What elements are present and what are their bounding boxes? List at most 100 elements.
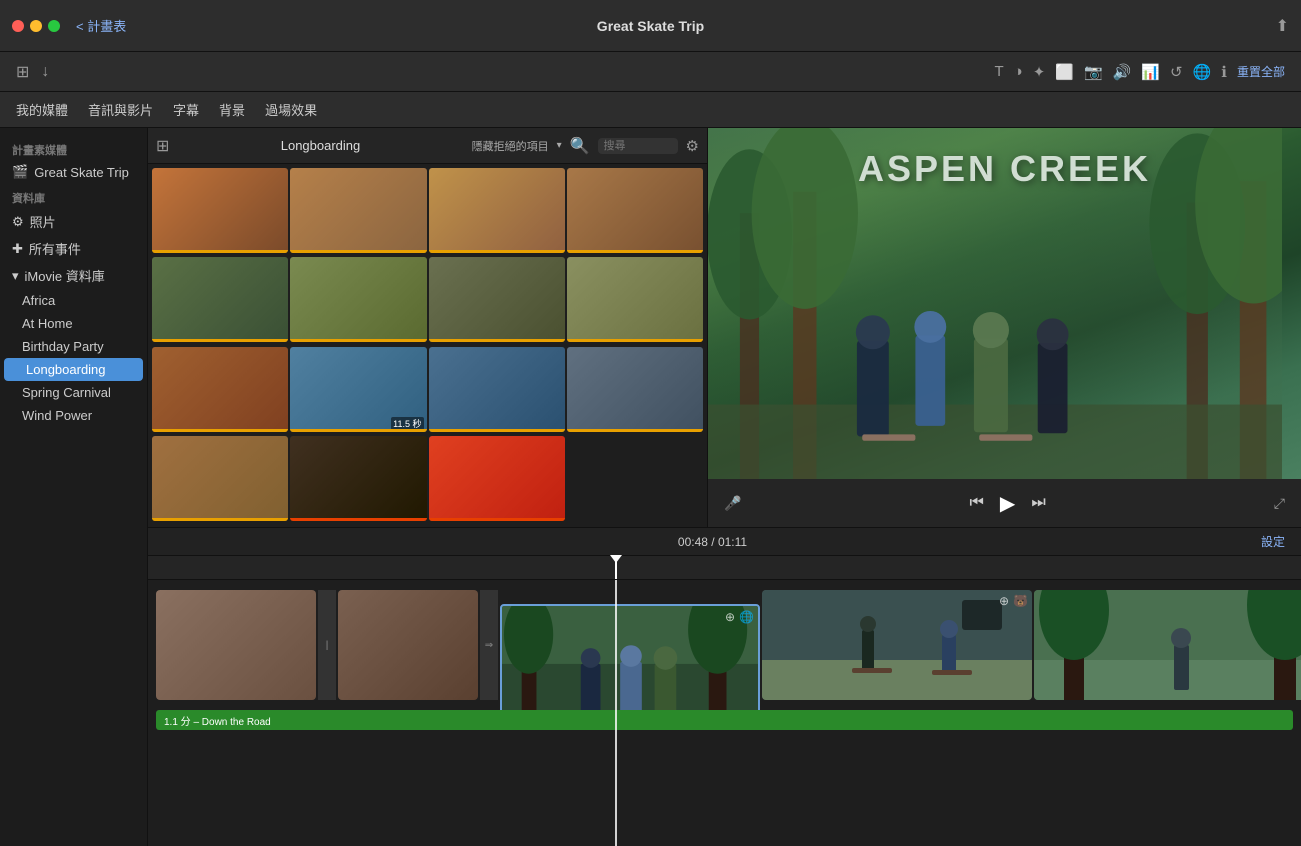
timecode-display: 00:48 / 01:11 (678, 535, 747, 549)
tab-audio-video[interactable]: 音訊與影片 (88, 96, 153, 123)
info-icon[interactable]: ℹ (1221, 63, 1227, 81)
clip-4-map-icon: 🐻 (1013, 594, 1028, 608)
data-library-label: 資料庫 (0, 184, 147, 208)
sidebar-item-wind-power[interactable]: Wind Power (0, 404, 147, 427)
chevron-icon: ▾ (12, 268, 19, 284)
search-input[interactable] (598, 138, 678, 154)
timeline-tracks: | ⇒ 2.2 秒 – ASPEN CREEK... (148, 580, 1301, 846)
timeline-ruler (148, 556, 1301, 580)
thumbnail-13[interactable] (152, 436, 288, 521)
fullscreen-button[interactable] (48, 20, 60, 32)
thumbnail-10[interactable]: 11.5 秒 (290, 347, 426, 432)
sidebar-item-photos[interactable]: ⚙ 照片 (0, 208, 147, 235)
track-clip-5[interactable] (1034, 590, 1301, 700)
titlebar: < 計畫表 Great Skate Trip ⬆ (0, 0, 1301, 52)
audio-track-wrapper: 1.1 分 – Down the Road (148, 710, 1301, 734)
video-icon[interactable]: 📷 (1084, 63, 1103, 81)
thumbnail-4[interactable] (567, 168, 703, 253)
reset-all-button[interactable]: 重置全部 (1237, 63, 1285, 80)
timeline-playhead-line (615, 580, 617, 846)
track-clip-2[interactable] (338, 590, 478, 700)
thumbnail-2[interactable] (290, 168, 426, 253)
filter-dropdown-icon: ▾ (557, 140, 562, 151)
thumbnail-3[interactable] (429, 168, 565, 253)
search-icon: 🔍 (570, 136, 590, 156)
tab-transitions[interactable]: 過場效果 (265, 96, 317, 123)
track-clip-1[interactable] (156, 590, 316, 700)
preview-transport: ⏮ ▶ ⏭ (970, 491, 1046, 516)
preview-video: ASPEN CREEK (708, 128, 1301, 479)
thumbnail-9[interactable] (152, 347, 288, 432)
top-content: ⊞ Longboarding 隱藏拒絕的項目 ▾ 🔍 ⚙ (148, 128, 1301, 528)
browser-filter-label[interactable]: 隱藏拒絕的項目 (472, 138, 549, 154)
audio-track-label: 1.1 分 – Down the Road (164, 713, 271, 728)
sidebar-item-project[interactable]: 🎬 Great Skate Trip (0, 160, 147, 184)
settings-button[interactable]: 設定 (1261, 533, 1285, 550)
gear-icon: ⚙ (12, 214, 24, 230)
chart-icon[interactable]: 📊 (1141, 63, 1160, 81)
thumbnail-1[interactable] (152, 168, 288, 253)
thumbnail-12[interactable] (567, 347, 703, 432)
text-icon[interactable]: T (994, 63, 1003, 80)
stabilize-icon[interactable]: ↺ (1170, 63, 1183, 81)
titlebar-left: < 計畫表 (12, 16, 126, 35)
sidebar-item-longboarding[interactable]: Longboarding (4, 358, 143, 381)
nav-tabs: 我的媒體 音訊與影片 字幕 背景 過場效果 (0, 92, 1301, 128)
fullscreen-icon[interactable]: ⤢ (1274, 495, 1285, 512)
toolbar: ⊞ ↓ T ◑ ✦ ⬜ 📷 🔊 📊 ↺ 🌐 ℹ 重置全部 (0, 52, 1301, 92)
go-to-start-button[interactable]: ⏮ (970, 494, 984, 512)
media-browser: ⊞ Longboarding 隱藏拒絕的項目 ▾ 🔍 ⚙ (148, 128, 708, 527)
audio-icon[interactable]: 🔊 (1113, 63, 1132, 81)
crop-icon[interactable]: ⬜ (1055, 63, 1074, 81)
clip-stabilize-icon: ⊕ (725, 610, 735, 624)
export-icon[interactable]: ⬆ (1276, 16, 1289, 36)
transition-2[interactable]: ⇒ (480, 590, 498, 700)
playhead[interactable] (615, 556, 617, 579)
filter-icon[interactable]: ✦ (1033, 63, 1046, 81)
thumbnail-8[interactable] (567, 257, 703, 342)
browser-title: Longboarding (281, 138, 361, 153)
track-clip-4[interactable]: ⊕ 🐻 (762, 590, 1032, 700)
mic-icon[interactable]: 🎤 (724, 495, 741, 512)
sidebar-item-africa[interactable]: Africa (0, 289, 147, 312)
window-title: Great Skate Trip (597, 18, 704, 34)
timeline-area: | ⇒ 2.2 秒 – ASPEN CREEK... (148, 556, 1301, 846)
go-to-end-button[interactable]: ⏭ (1031, 494, 1045, 512)
color-icon[interactable]: ◑ (1014, 63, 1023, 80)
library-section-label: 計畫素媒體 (0, 136, 147, 160)
audio-track-bar[interactable]: 1.1 分 – Down the Road (156, 710, 1293, 730)
download-icon[interactable]: ↓ (41, 63, 49, 81)
toolbar-right: T ◑ ✦ ⬜ 📷 🔊 📊 ↺ 🌐 ℹ 重置全部 (994, 63, 1285, 81)
thumbnail-6[interactable] (290, 257, 426, 342)
video-track: | ⇒ 2.2 秒 – ASPEN CREEK... (148, 580, 1301, 710)
thumbnail-11[interactable] (429, 347, 565, 432)
tab-captions[interactable]: 字幕 (173, 96, 199, 123)
back-button[interactable]: < 計畫表 (76, 16, 126, 35)
plus-icon: ✚ (12, 241, 23, 257)
tab-backgrounds[interactable]: 背景 (219, 96, 245, 123)
thumbnail-5[interactable] (152, 257, 288, 342)
thumbnail-15[interactable] (429, 436, 565, 521)
sidebar-item-birthday-party[interactable]: Birthday Party (0, 335, 147, 358)
sidebar-item-at-home[interactable]: At Home (0, 312, 147, 335)
preview-area: ASPEN CREEK (708, 128, 1301, 527)
browser-settings-icon[interactable]: ⚙ (686, 137, 699, 155)
sidebar-item-imovie-library[interactable]: ▾ iMovie 資料庫 (0, 262, 147, 289)
clip-icons: ⊕ 🌐 (725, 610, 754, 624)
timecode-bar: 00:48 / 01:11 設定 (148, 528, 1301, 556)
nav-tabs-left: 我的媒體 音訊與影片 字幕 背景 過場效果 (16, 96, 317, 123)
tab-my-media[interactable]: 我的媒體 (16, 96, 68, 123)
thumbnail-14[interactable] (290, 436, 426, 521)
sidebar-item-spring-carnival[interactable]: Spring Carnival (0, 381, 147, 404)
transition-1[interactable]: | (318, 590, 336, 700)
sidebar-item-all-events[interactable]: ✚ 所有事件 (0, 235, 147, 262)
clip-map-icon: 🌐 (739, 610, 754, 624)
track-clip-3-selected[interactable]: 2.2 秒 – ASPEN CREEK... (500, 604, 760, 710)
thumbnail-7[interactable] (429, 257, 565, 342)
map-icon[interactable]: 🌐 (1193, 63, 1212, 81)
browser-grid-icon[interactable]: ⊞ (156, 136, 169, 156)
close-button[interactable] (12, 20, 24, 32)
play-pause-button[interactable]: ▶ (1000, 491, 1015, 516)
grid-view-icon[interactable]: ⊞ (16, 62, 29, 82)
minimize-button[interactable] (30, 20, 42, 32)
